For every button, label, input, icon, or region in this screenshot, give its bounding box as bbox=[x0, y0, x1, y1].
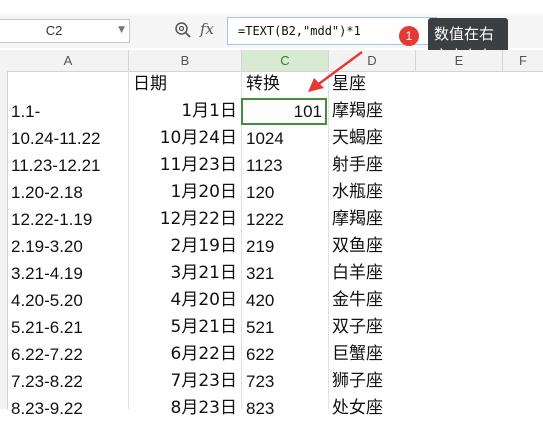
grid-line bbox=[328, 71, 329, 409]
cell-d8[interactable]: 白羊座 bbox=[332, 260, 416, 287]
formula-text: =TEXT(B2,"mdd")*1 bbox=[238, 24, 361, 38]
cell-a4[interactable]: 11.23-12.21 bbox=[11, 152, 126, 179]
cell-b5[interactable]: 1月20日 bbox=[129, 179, 237, 206]
cell-b2[interactable]: 1月1日 bbox=[129, 98, 237, 125]
cell-a10[interactable]: 5.21-6.21 bbox=[11, 314, 126, 341]
column-divider bbox=[128, 50, 129, 71]
name-box[interactable]: C2 ▼ bbox=[0, 19, 130, 43]
cell-b1[interactable]: 日期 bbox=[133, 71, 167, 98]
cell-a7[interactable]: 2.19-3.20 bbox=[11, 233, 126, 260]
cell-b6[interactable]: 12月22日 bbox=[129, 206, 237, 233]
column-divider bbox=[502, 50, 503, 71]
cell-b10[interactable]: 5月21日 bbox=[129, 314, 237, 341]
cell-b7[interactable]: 2月19日 bbox=[129, 233, 237, 260]
cell-a3[interactable]: 10.24-11.22 bbox=[11, 125, 126, 152]
cell-d12[interactable]: 狮子座 bbox=[332, 368, 416, 395]
cell-c8[interactable]: 321 bbox=[246, 260, 326, 287]
column-divider bbox=[415, 50, 416, 71]
arrow-icon bbox=[308, 50, 363, 92]
active-cell-outline bbox=[241, 98, 327, 125]
cell-b12[interactable]: 7月23日 bbox=[129, 368, 237, 395]
row-header-strip bbox=[0, 71, 8, 409]
cell-d9[interactable]: 金牛座 bbox=[332, 287, 416, 314]
cell-a8[interactable]: 3.21-4.19 bbox=[11, 260, 126, 287]
chevron-down-icon[interactable]: ▼ bbox=[118, 25, 125, 35]
column-header-b[interactable]: B bbox=[129, 50, 241, 71]
cell-d4[interactable]: 射手座 bbox=[332, 152, 416, 179]
callout-number-badge: 1 bbox=[399, 26, 419, 46]
cell-a9[interactable]: 4.20-5.20 bbox=[11, 287, 126, 314]
cell-d5[interactable]: 水瓶座 bbox=[332, 179, 416, 206]
name-box-value: C2 bbox=[45, 23, 63, 38]
cell-c1[interactable]: 转换 bbox=[246, 71, 280, 98]
cell-c12[interactable]: 723 bbox=[246, 368, 326, 395]
cell-d3[interactable]: 天蝎座 bbox=[332, 125, 416, 152]
cell-b8[interactable]: 3月21日 bbox=[129, 260, 237, 287]
cell-c10[interactable]: 521 bbox=[246, 314, 326, 341]
cell-c11[interactable]: 622 bbox=[246, 341, 326, 368]
cell-c6[interactable]: 1222 bbox=[246, 206, 326, 233]
zoom-formula-icon[interactable] bbox=[174, 21, 192, 39]
cell-c5[interactable]: 120 bbox=[246, 179, 326, 206]
callout-line-1: 数值在右 bbox=[434, 25, 495, 43]
fx-icon[interactable]: fx bbox=[200, 20, 214, 38]
cell-b11[interactable]: 6月22日 bbox=[129, 341, 237, 368]
cell-d6[interactable]: 摩羯座 bbox=[332, 206, 416, 233]
column-header-f[interactable]: F bbox=[503, 50, 543, 71]
column-header-a[interactable]: A bbox=[8, 50, 128, 71]
cell-c7[interactable]: 219 bbox=[246, 233, 326, 260]
cell-b3[interactable]: 10月24日 bbox=[129, 125, 237, 152]
cell-d7[interactable]: 双鱼座 bbox=[332, 233, 416, 260]
column-divider bbox=[241, 50, 242, 71]
cell-c4[interactable]: 1123 bbox=[246, 152, 326, 179]
cell-a6[interactable]: 12.22-1.19 bbox=[11, 206, 126, 233]
column-header-e[interactable]: E bbox=[416, 50, 502, 71]
cell-c3[interactable]: 1024 bbox=[246, 125, 326, 152]
cell-a11[interactable]: 6.22-7.22 bbox=[11, 341, 126, 368]
cell-a12[interactable]: 7.23-8.22 bbox=[11, 368, 126, 395]
cell-b9[interactable]: 4月20日 bbox=[129, 287, 237, 314]
cell-c9[interactable]: 420 bbox=[246, 287, 326, 314]
cell-a5[interactable]: 1.20-2.18 bbox=[11, 179, 126, 206]
cell-d11[interactable]: 巨蟹座 bbox=[332, 341, 416, 368]
cell-a2[interactable]: 1.1- bbox=[11, 98, 126, 125]
cell-d2[interactable]: 摩羯座 bbox=[332, 98, 416, 125]
cell-b4[interactable]: 11月23日 bbox=[129, 152, 237, 179]
cell-d10[interactable]: 双子座 bbox=[332, 314, 416, 341]
